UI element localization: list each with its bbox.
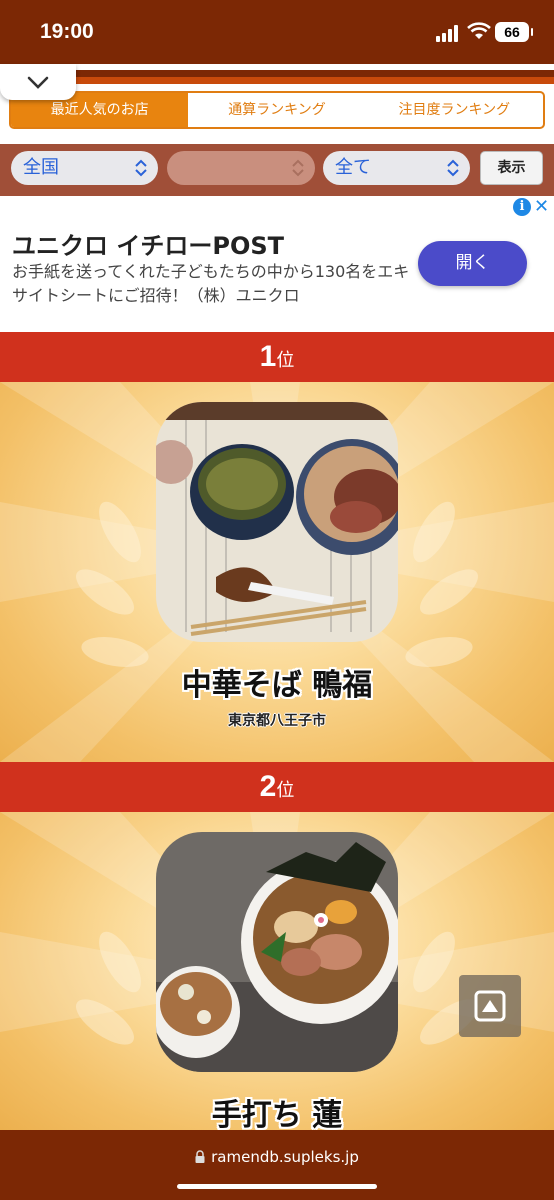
ranking-card-1[interactable]: 中華そば 鴨福 東京都八王子市 xyxy=(0,382,554,762)
rank-number: 2 xyxy=(259,770,277,803)
shop-photo[interactable] xyxy=(156,402,398,642)
category-select-value: 全て xyxy=(335,157,371,178)
arrow-up-icon xyxy=(474,990,506,1022)
rank-suffix: 位 xyxy=(276,780,295,801)
sub-region-select[interactable] xyxy=(167,151,315,185)
filter-bar: 全国 全て 表示 xyxy=(0,144,554,196)
url-domain: ramendb.supleks.jp xyxy=(211,1148,359,1166)
lock-icon xyxy=(195,1150,205,1163)
scroll-to-top-button[interactable] xyxy=(459,975,521,1037)
ranking-tabs: 最近人気のお店 通算ランキング 注目度ランキング xyxy=(9,91,545,129)
wifi-icon xyxy=(467,22,491,39)
ad-title: ユニクロ イチローPOST xyxy=(12,232,285,260)
category-select[interactable]: 全て xyxy=(323,151,470,185)
tab-attention-ranking[interactable]: 注目度ランキング xyxy=(366,93,543,127)
shop-name[interactable]: 中華そば 鴨福 xyxy=(0,660,554,704)
rank-suffix: 位 xyxy=(276,350,295,371)
rank-header-2: 2位 xyxy=(0,762,554,812)
ad-text: お手紙を送ってくれた子どもたちの中から130名をエキサイトシートにご招待！（株）… xyxy=(12,262,410,305)
chevron-down-icon xyxy=(27,76,49,89)
ad-open-button[interactable]: 開く xyxy=(418,241,527,286)
ranking-card-2[interactable]: 手打ち 蓮 xyxy=(0,812,554,1130)
header-stripe xyxy=(0,70,554,84)
ramen-photo-image xyxy=(156,402,398,642)
region-select-value: 全国 xyxy=(23,157,59,178)
url-text: ramendb.supleks.jp xyxy=(0,1148,554,1166)
ad-close-icon[interactable]: ✕ xyxy=(534,196,549,217)
show-button[interactable]: 表示 xyxy=(480,151,543,185)
battery-icon: 66 xyxy=(495,22,533,42)
home-indicator[interactable] xyxy=(177,1184,377,1189)
status-time: 19:00 xyxy=(40,20,94,43)
select-chevrons-icon xyxy=(292,159,304,177)
shop-name[interactable]: 手打ち 蓮 xyxy=(0,1090,554,1130)
region-select[interactable]: 全国 xyxy=(11,151,158,185)
cellular-signal-icon xyxy=(436,24,462,42)
shop-photo[interactable] xyxy=(156,832,398,1072)
ramen-photo-image xyxy=(156,832,398,1072)
status-bar: 19:00 66 xyxy=(0,0,554,64)
browser-url-bar[interactable]: ramendb.supleks.jp xyxy=(0,1130,554,1200)
tab-total-ranking[interactable]: 通算ランキング xyxy=(188,93,365,127)
rank-number: 1 xyxy=(259,340,277,373)
select-chevrons-icon xyxy=(447,159,459,177)
rank-header-1: 1位 xyxy=(0,332,554,382)
top-navigation: 最近人気のお店 通算ランキング 注目度ランキング xyxy=(0,64,554,144)
collapse-header-button[interactable] xyxy=(0,64,76,100)
advertisement[interactable]: i ✕ ユニクロ イチローPOST お手紙を送ってくれた子どもたちの中から130… xyxy=(0,196,554,332)
select-chevrons-icon xyxy=(135,159,147,177)
ad-info-icon[interactable]: i xyxy=(513,198,531,216)
shop-location: 東京都八王子市 xyxy=(228,713,326,729)
